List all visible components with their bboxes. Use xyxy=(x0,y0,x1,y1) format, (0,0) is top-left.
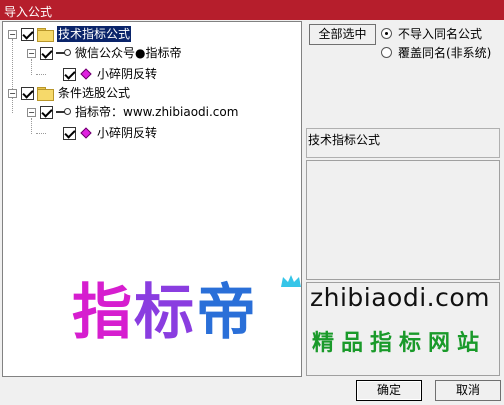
formula-description-box[interactable] xyxy=(306,160,500,280)
checkbox[interactable] xyxy=(21,27,34,41)
tree-connector xyxy=(31,59,32,75)
select-all-button[interactable]: 全部选中 xyxy=(309,24,376,45)
checkbox[interactable] xyxy=(21,86,34,100)
tree-connector xyxy=(12,39,13,113)
tree-node-label: 小碎阴反转 xyxy=(97,67,158,81)
tree-connector xyxy=(36,133,46,134)
checkbox[interactable] xyxy=(63,67,76,81)
collapse-icon[interactable]: − xyxy=(27,48,36,58)
formula-category: 技术指标公式 xyxy=(308,133,381,147)
watermark-logo-char: 标 xyxy=(134,278,196,348)
key-icon xyxy=(56,49,71,57)
tree-node-formula[interactable]: 小碎阴反转 xyxy=(63,125,158,141)
collapse-icon[interactable]: − xyxy=(8,29,17,39)
formula-category-box: 技术指标公式 xyxy=(306,128,500,158)
crown-icon xyxy=(281,275,301,287)
formula-icon xyxy=(80,68,92,80)
watermark-logo-char: 帝 xyxy=(196,278,258,348)
collapse-icon[interactable]: − xyxy=(8,88,17,98)
checkbox[interactable] xyxy=(40,46,53,60)
tree-node-label: 小碎阴反转 xyxy=(97,126,158,140)
tree-connector xyxy=(31,118,32,134)
radio-skip-same-name[interactable]: 不导入同名公式 xyxy=(381,25,482,42)
window-title: 导入公式 xyxy=(0,0,504,20)
tree-node-formula[interactable]: 小碎阴反转 xyxy=(63,66,158,82)
cancel-button[interactable]: 取消 xyxy=(435,380,501,401)
checkbox[interactable] xyxy=(40,105,53,119)
radio-overwrite-same-name[interactable]: 覆盖同名(非系统) xyxy=(381,44,491,61)
ad-site-text: zhibiaodi.com xyxy=(310,283,490,312)
watermark-logo: 指标帝 xyxy=(72,283,258,343)
tree-node-technical-formulas[interactable]: − 技术指标公式 xyxy=(8,26,132,42)
radio-button[interactable] xyxy=(381,28,392,39)
radio-label: 不导入同名公式 xyxy=(398,27,483,41)
ad-tagline: 精品指标网站 xyxy=(312,331,487,356)
tree-node-label: 技术指标公式 xyxy=(57,26,132,42)
tree-node-label: 指标帝：www.zhibiaodi.com xyxy=(75,105,239,119)
radio-button[interactable] xyxy=(381,47,392,58)
ok-button[interactable]: 确定 xyxy=(356,380,422,401)
folder-icon xyxy=(37,28,54,42)
formula-icon xyxy=(80,127,92,139)
tree-node-screening-formulas[interactable]: − 条件选股公式 xyxy=(8,85,131,101)
tree-node-label: 条件选股公式 xyxy=(58,86,131,100)
checkbox[interactable] xyxy=(63,126,76,140)
tree-node-label: 微信公众号●指标帝 xyxy=(75,46,182,60)
tree-node-author[interactable]: − 指标帝：www.zhibiaodi.com xyxy=(27,104,239,120)
tree-connector xyxy=(36,74,46,75)
watermark-logo-text: 指标帝 xyxy=(72,278,258,348)
collapse-icon[interactable]: − xyxy=(27,107,36,117)
watermark-logo-char: 指 xyxy=(72,278,134,348)
key-icon xyxy=(56,108,71,116)
tree-node-author[interactable]: − 微信公众号●指标帝 xyxy=(27,45,182,61)
folder-icon xyxy=(37,87,54,101)
radio-label: 覆盖同名(非系统) xyxy=(398,46,492,60)
